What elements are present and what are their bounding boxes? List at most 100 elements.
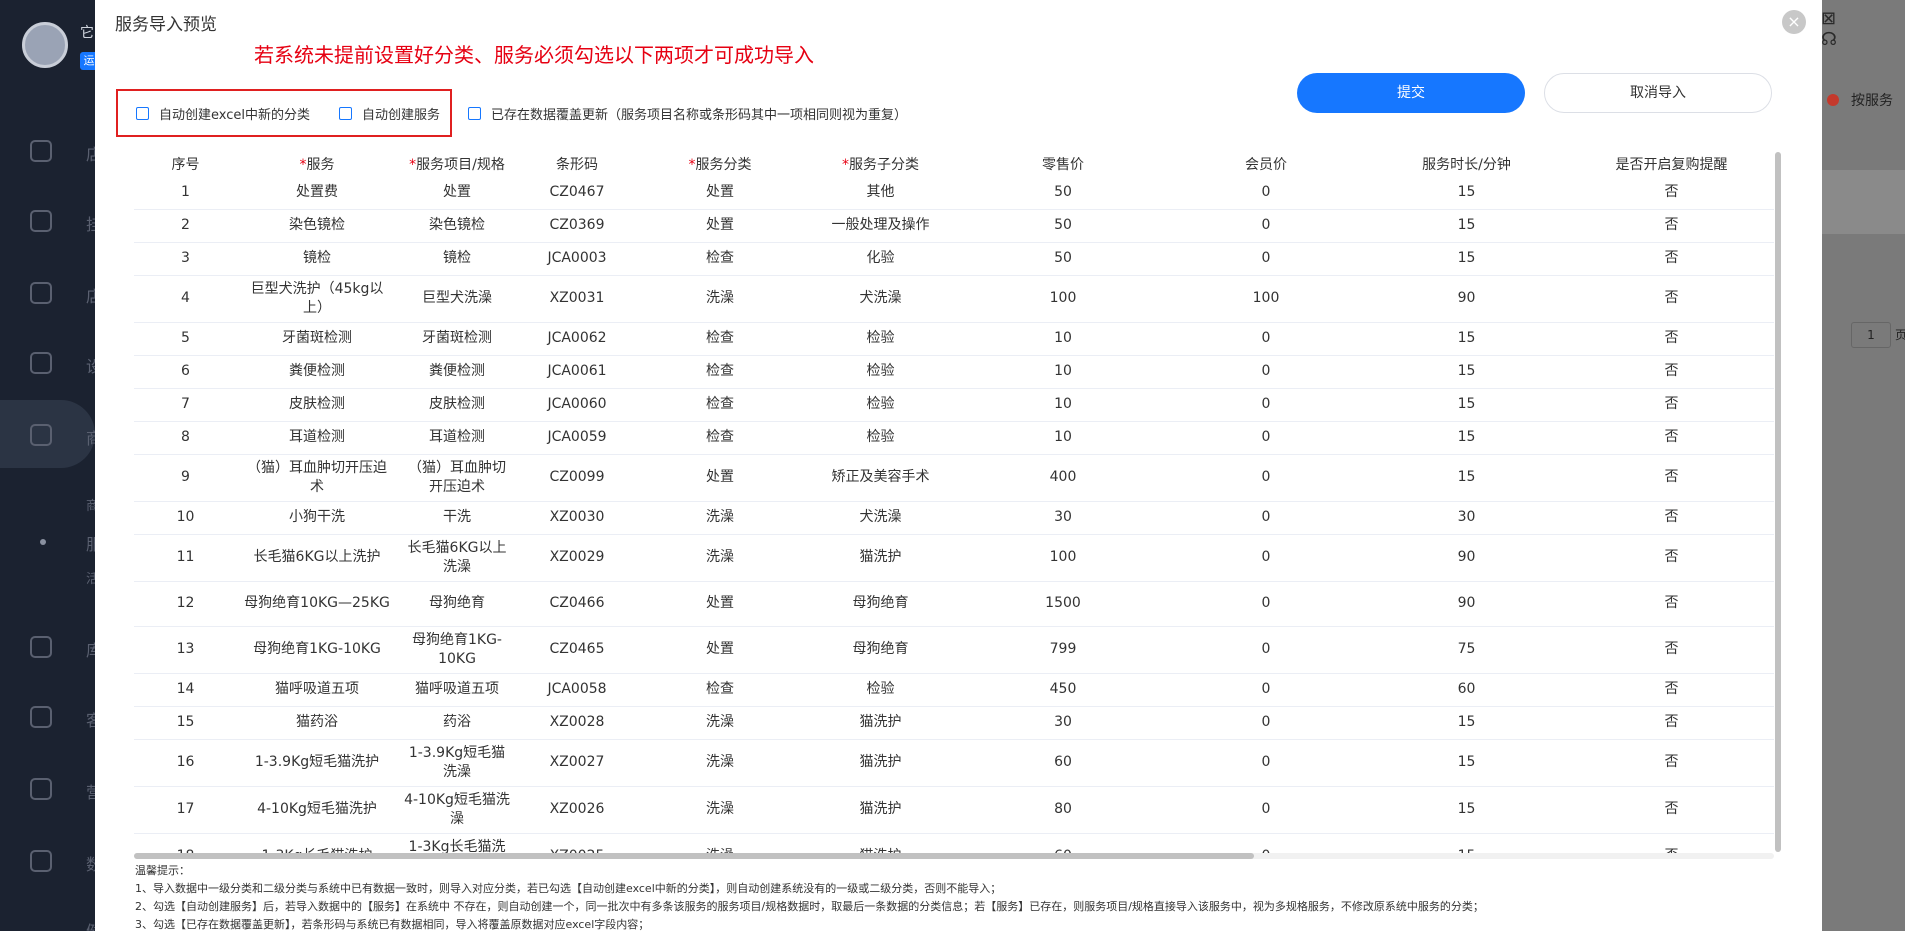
- table-cell: 4-10Kg短毛猫洗澡: [397, 786, 517, 834]
- tip-item: 1、导入数据中一级分类和二级分类与系统中已有数据一致时，则导入对应分类，若已勾选…: [135, 882, 1002, 895]
- table-cell: 猫洗护: [803, 786, 958, 834]
- table-row: 3 镜检 镜检 JCA0003 检查 化验 50 0 15 否: [134, 242, 1774, 276]
- bag-icon[interactable]: [30, 424, 52, 446]
- table-cell: 80: [958, 786, 1168, 834]
- overwrite-existing-option[interactable]: 已存在数据覆盖更新（服务项目名称或条形码其中一项相同则视为重复）: [468, 104, 907, 123]
- table-cell: 母狗绝育: [397, 581, 517, 627]
- table-cell: 15: [1364, 209, 1569, 243]
- column-header-label: 会员价: [1245, 157, 1287, 173]
- app-name: 它: [80, 25, 94, 41]
- option-label: 已存在数据覆盖更新（服务项目名称或条形码其中一项相同则视为重复）: [491, 108, 908, 123]
- table-cell: 矫正及美容手术: [803, 454, 958, 502]
- column-header: 零售价: [958, 152, 1168, 176]
- table-cell: 3: [134, 242, 237, 276]
- table-cell: XZ0030: [517, 501, 637, 535]
- app-logo: [22, 22, 68, 68]
- table-cell: 10: [958, 421, 1168, 455]
- page-unit: 页: [1894, 328, 1905, 342]
- table-cell: 0: [1168, 501, 1364, 535]
- table-cell: 15: [1364, 355, 1569, 389]
- table-row: 2 染色镜检 染色镜检 CZ0369 处置 一般处理及操作 50 0 15 否: [134, 209, 1774, 243]
- table-cell: 否: [1569, 454, 1774, 502]
- table-cell: 检验: [803, 388, 958, 422]
- checkbox-icon[interactable]: [339, 107, 352, 120]
- table-cell: 药浴: [397, 706, 517, 740]
- horizontal-scrollbar[interactable]: [134, 853, 1774, 859]
- table-row: 6 粪便检测 粪便检测 JCA0061 检查 检验 10 0 15 否: [134, 355, 1774, 389]
- table-cell: 50: [958, 242, 1168, 276]
- column-header-label: 零售价: [1042, 157, 1084, 173]
- table-cell: 0: [1168, 534, 1364, 582]
- table-cell: 6: [134, 355, 237, 389]
- background-content: ⊠ ☊ 按服务 1 页: [1821, 0, 1905, 931]
- archive-icon[interactable]: [30, 636, 52, 658]
- table-cell: 巨型犬洗护（45kg以上）: [237, 275, 397, 323]
- bar-chart-icon[interactable]: [30, 778, 52, 800]
- table-cell: 猫洗护: [803, 739, 958, 787]
- preview-table-container[interactable]: 序号 *服务 *服务项目/规格 条形码 *服务分类 *服务子分类 零售价 会员价 服务时长/分钟…: [134, 152, 1774, 857]
- cancel-import-button[interactable]: 取消导入: [1544, 73, 1772, 113]
- table-cell: 否: [1569, 388, 1774, 422]
- trend-icon[interactable]: [30, 850, 52, 872]
- table-cell: 0: [1168, 242, 1364, 276]
- table-cell: 检查: [637, 355, 803, 389]
- table-cell: 15: [1364, 322, 1569, 356]
- table-cell: 12: [134, 581, 237, 627]
- tips-section: 温馨提示： 1、导入数据中一级分类和二级分类与系统中已有数据一致时，则导入对应分…: [135, 862, 1795, 931]
- table-cell: 牙菌斑检测: [397, 322, 517, 356]
- chart-board-icon[interactable]: [30, 210, 52, 232]
- column-header: 会员价: [1168, 152, 1364, 176]
- table-cell: 处置: [637, 581, 803, 627]
- radio-icon: [1827, 94, 1839, 106]
- table-row: 7 皮肤检测 皮肤检测 JCA0060 检查 检验 10 0 15 否: [134, 388, 1774, 422]
- table-cell: 检验: [803, 355, 958, 389]
- auto-create-category-option[interactable]: 自动创建excel中新的分类: [136, 104, 310, 123]
- table-cell: 0: [1168, 581, 1364, 627]
- column-header: 服务时长/分钟: [1364, 152, 1569, 176]
- headset-icon[interactable]: [30, 706, 52, 728]
- close-icon[interactable]: ×: [1782, 10, 1806, 34]
- table-cell: 0: [1168, 209, 1364, 243]
- column-header-label: 服务项目/规格: [416, 157, 505, 173]
- table-cell: 处置费: [237, 176, 397, 210]
- vertical-scrollbar[interactable]: [1775, 152, 1781, 852]
- option-label: 自动创建excel中新的分类: [159, 108, 310, 123]
- table-cell: 0: [1168, 786, 1364, 834]
- scrollbar-thumb[interactable]: [134, 853, 1254, 859]
- table-cell: 100: [958, 275, 1168, 323]
- table-cell: 否: [1569, 534, 1774, 582]
- table-cell: 否: [1569, 355, 1774, 389]
- submit-button[interactable]: 提交: [1297, 73, 1525, 113]
- table-cell: CZ0369: [517, 209, 637, 243]
- table-cell: JCA0003: [517, 242, 637, 276]
- table-cell: 0: [1168, 388, 1364, 422]
- column-header: 序号: [134, 152, 237, 176]
- table-cell: 否: [1569, 275, 1774, 323]
- table-cell: 7: [134, 388, 237, 422]
- table-cell: XZ0031: [517, 275, 637, 323]
- table-cell: 15: [1364, 176, 1569, 210]
- medical-kit-icon[interactable]: [30, 352, 52, 374]
- table-cell: 镜检: [237, 242, 397, 276]
- table-cell: 30: [958, 501, 1168, 535]
- table-cell: 15: [134, 706, 237, 740]
- table-cell: 450: [958, 673, 1168, 707]
- home-icon[interactable]: [30, 282, 52, 304]
- dialog-title: 服务导入预览: [115, 15, 217, 35]
- table-cell: 处置: [637, 176, 803, 210]
- checkbox-icon[interactable]: [468, 107, 481, 120]
- table-cell: 1-3.9Kg短毛猫洗澡: [397, 739, 517, 787]
- table-cell: 牙菌斑检测: [237, 322, 397, 356]
- table-cell: 否: [1569, 626, 1774, 674]
- checkbox-icon[interactable]: [136, 107, 149, 120]
- auto-create-service-option[interactable]: 自动创建服务: [339, 104, 440, 123]
- monitor-icon[interactable]: [30, 140, 52, 162]
- table-cell: 耳道检测: [397, 421, 517, 455]
- table-cell: 母狗绝育1KG-10KG: [237, 626, 397, 674]
- table-cell: 洗澡: [637, 706, 803, 740]
- table-cell: 15: [1364, 421, 1569, 455]
- table-cell: 1-3.9Kg短毛猫洗护: [237, 739, 397, 787]
- table-cell: 30: [1364, 501, 1569, 535]
- required-mark: *: [842, 157, 849, 173]
- table-cell: CZ0099: [517, 454, 637, 502]
